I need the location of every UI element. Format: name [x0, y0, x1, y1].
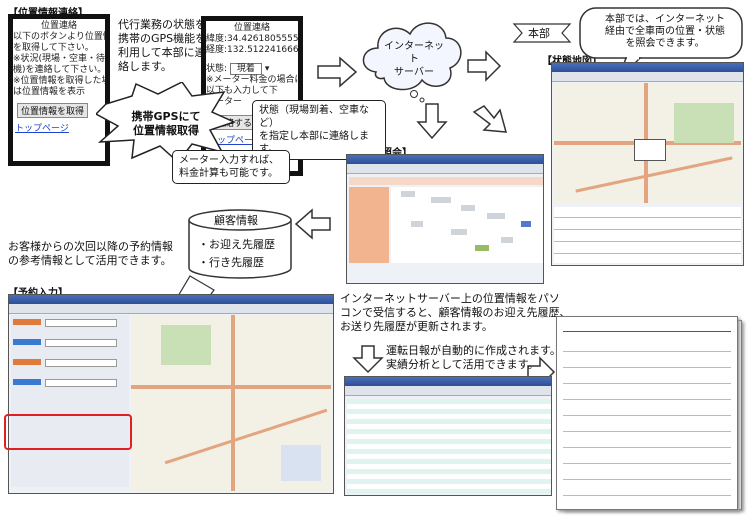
update-description: インターネットサーバー上の位置情報をパソ コンで受信すると、顧客情報のお迎え先履…: [340, 292, 571, 333]
customer-info-items: ・お迎え先履歴 ・行き先履歴: [198, 238, 275, 269]
internet-server-label: インターネット サーバー: [384, 41, 444, 78]
status-vehicle-table: [554, 207, 741, 263]
reservation-form[interactable]: [11, 315, 129, 487]
status-map-window: [551, 62, 744, 266]
map-popup: [634, 139, 666, 161]
dispatch-timeline[interactable]: [391, 187, 543, 263]
hq-callout-text: 本部では、インターネット 経由で全車両の位置・状態 を照会できます。: [605, 14, 725, 49]
customer-info-title: 顧客情報: [214, 214, 258, 227]
history-highlight-box: [4, 414, 132, 450]
reservation-window: [8, 294, 334, 494]
daily-report-document: [556, 316, 738, 510]
status-map-view[interactable]: [554, 83, 741, 203]
dispatch-window: [346, 154, 544, 284]
operation-log-table[interactable]: [347, 399, 551, 493]
reservation-map-view[interactable]: [131, 315, 331, 491]
hq-flag-label: 本部: [528, 27, 550, 40]
operation-log-window: [344, 376, 552, 496]
daily-report-description: 運転日報が自動的に作成されます。 実績分析として活用できます。: [386, 344, 561, 371]
customer-description: お客様からの次回以降の予約情報 の参考情報として活用できます。: [8, 240, 173, 267]
dispatch-driver-column: [349, 187, 389, 263]
